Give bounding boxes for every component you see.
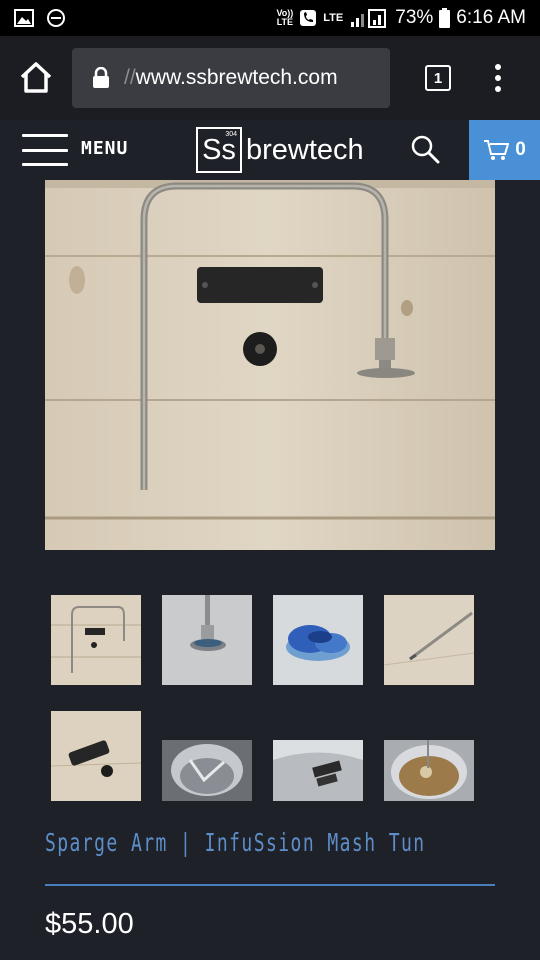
thumbnail-6[interactable] (162, 740, 252, 801)
thumbnail-5[interactable] (51, 711, 141, 801)
product-hero-image[interactable] (45, 180, 495, 550)
signal-icon (351, 9, 387, 28)
product-price: $55.00 (45, 908, 134, 940)
title-divider (45, 884, 495, 886)
phone-icon (300, 10, 317, 26)
battery-icon (439, 8, 451, 28)
tab-count: 1 (433, 69, 443, 87)
lte-label: LTE (323, 11, 344, 24)
cart-button[interactable]: 0 (469, 120, 540, 180)
product-title: Sparge Arm | InfuSsion Mash Tun (45, 828, 426, 857)
thumbnail-3[interactable] (273, 595, 363, 685)
battery-percent: 73% (395, 7, 434, 28)
minus-circle-icon (47, 9, 65, 27)
kebab-menu-icon[interactable] (494, 64, 502, 92)
home-icon[interactable] (18, 60, 54, 96)
thumbnail-2[interactable] (162, 595, 252, 685)
url-host: www.ssbrewtech.com (135, 66, 338, 89)
menu-label[interactable]: MENU (81, 138, 128, 159)
site-logo[interactable]: Ss 304 brewtech (196, 127, 364, 173)
thumbnail-7[interactable] (273, 740, 363, 801)
sparge-arm-photo (45, 180, 495, 550)
tabs-icon[interactable]: 1 (425, 65, 451, 91)
cart-icon (484, 140, 510, 160)
volte-indicator: Vo)) LTE (276, 8, 294, 27)
lock-icon (93, 67, 109, 88)
search-icon[interactable] (410, 134, 440, 164)
hamburger-icon[interactable] (22, 134, 68, 166)
url-bar[interactable]: // www.ssbrewtech.com (72, 48, 390, 108)
thumbnail-1[interactable] (51, 595, 141, 685)
site-header: MENU Ss 304 brewtech 0 (0, 120, 540, 180)
thumbnail-4[interactable] (384, 595, 474, 685)
logo-sup: 304 (225, 131, 237, 138)
logo-text: brewtech (246, 133, 364, 166)
cart-count: 0 (515, 139, 526, 160)
status-bar: Vo)) LTE LTE 73% 6:16 AM (0, 0, 540, 36)
clock: 6:16 AM (456, 7, 526, 28)
url-protocol: // (124, 66, 136, 89)
thumbnail-8[interactable] (384, 740, 474, 801)
browser-toolbar: // www.ssbrewtech.com 1 (0, 36, 540, 120)
gallery-icon (14, 9, 34, 27)
logo-mark: Ss 304 (196, 127, 242, 173)
